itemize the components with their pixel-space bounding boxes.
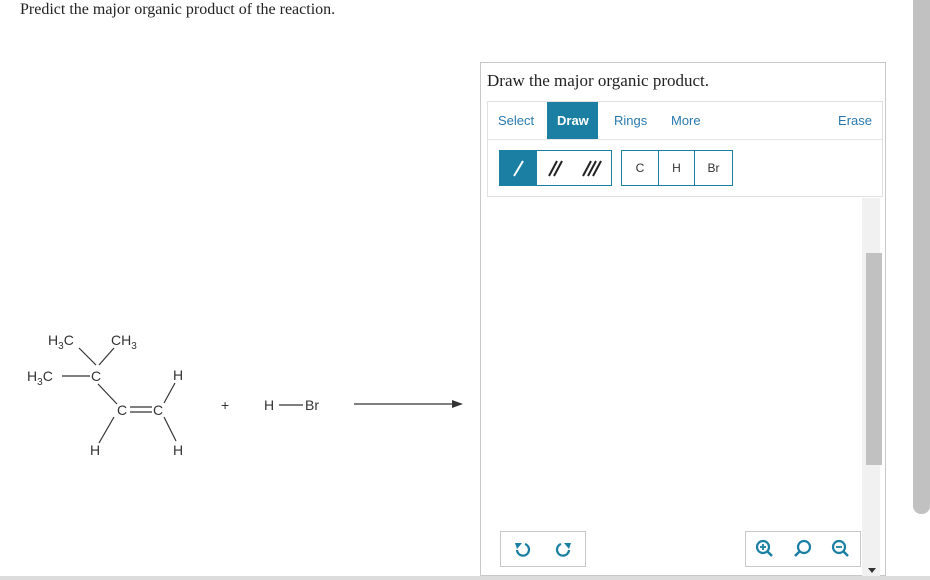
canvas-scrollbar-thumb[interactable] [866, 253, 882, 465]
drawing-canvas[interactable] [487, 198, 883, 572]
triple-bond-button[interactable] [574, 151, 611, 185]
label-h-right-top: H [173, 367, 183, 383]
label-c-alkene-right: C [153, 402, 163, 418]
label-h-bottom-left: H [90, 442, 100, 458]
zoom-out-icon [831, 539, 849, 557]
atom-h-button[interactable]: H [659, 151, 694, 185]
page-bottom-border [0, 576, 930, 580]
tab-more[interactable]: More [661, 102, 721, 139]
zoom-out-button[interactable] [822, 532, 860, 566]
undo-icon [515, 542, 531, 557]
double-bond-button[interactable] [537, 151, 574, 185]
label-h3c-left: H3C [27, 368, 53, 388]
zoom-tool-group [745, 531, 861, 567]
tab-draw[interactable]: Draw [547, 102, 598, 139]
history-tool-group [500, 531, 586, 567]
label-c-alkene-left: C [117, 402, 127, 418]
scroll-down-arrow-icon[interactable] [867, 567, 877, 575]
label-br-reagent: Br [305, 397, 319, 413]
tab-row: Select Draw Rings More Erase [488, 102, 882, 140]
label-h-bottom-right: H [173, 442, 183, 458]
editor-toolbar: Select Draw Rings More Erase C H Br [487, 101, 883, 197]
single-bond-button[interactable] [500, 151, 537, 185]
reset-zoom-icon [794, 539, 812, 557]
atom-c-button[interactable]: C [622, 151, 658, 185]
label-h-reagent: H [264, 397, 274, 413]
undo-button[interactable] [501, 532, 543, 566]
zoom-in-icon [755, 539, 773, 557]
reaction-scheme: H3C CH3 H3C C H C C H H + H Br [27, 332, 463, 458]
label-h3c-top: H3C [48, 332, 74, 352]
label-c-quaternary: C [91, 368, 101, 384]
reset-zoom-button[interactable] [784, 532, 822, 566]
atom-br-button[interactable]: Br [695, 151, 732, 185]
single-bond-icon [513, 160, 524, 177]
reaction-arrow-head [452, 400, 463, 408]
plus-sign: + [221, 397, 229, 413]
tab-select[interactable]: Select [488, 102, 545, 139]
editor-title: Draw the major organic product. [487, 71, 710, 90]
page-scrollbar[interactable] [913, 0, 930, 514]
label-ch3-top: CH3 [111, 332, 137, 352]
redo-button[interactable] [543, 532, 585, 566]
erase-button[interactable]: Erase [838, 102, 872, 139]
redo-icon [555, 542, 571, 557]
triple-bond-icon [582, 160, 602, 177]
atom-tool-group: C H Br [621, 150, 733, 186]
bond-tool-group [499, 150, 612, 186]
double-bond-icon [548, 160, 563, 177]
zoom-in-button[interactable] [746, 532, 784, 566]
tab-rings[interactable]: Rings [604, 102, 664, 139]
drawing-editor: Draw the major organic product. Select D… [480, 62, 886, 576]
